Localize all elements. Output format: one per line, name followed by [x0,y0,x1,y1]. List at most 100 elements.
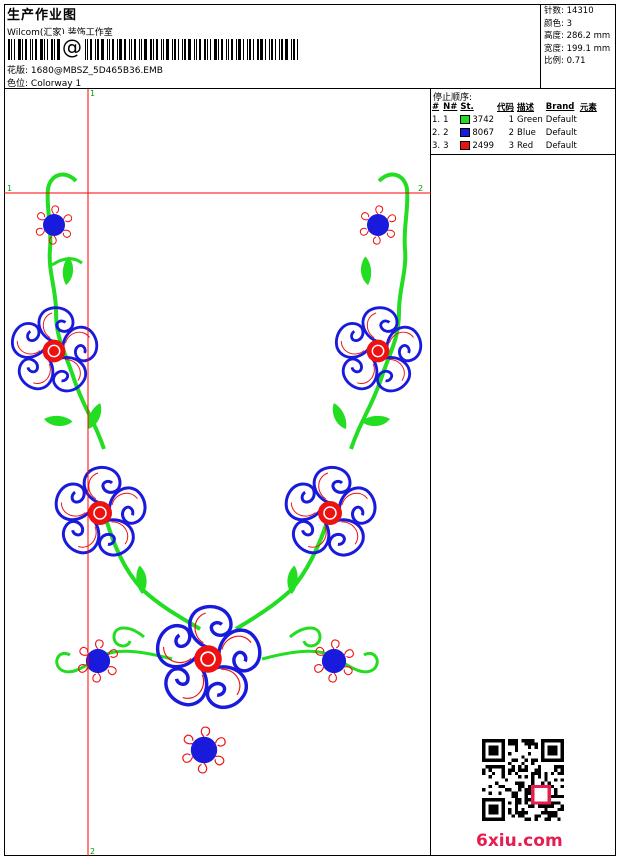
col-header: N# [443,101,458,112]
company-name: Wilcom(汇家) 装饰工作室 [7,28,113,38]
barcode-bar [275,39,276,60]
barcode-bar [238,39,241,60]
barcode-bar [253,39,254,60]
guide-label-h-left: 1 [7,184,12,193]
barcode-bar [247,39,248,60]
barcode-bar [204,39,206,60]
barcode-bar [25,39,27,60]
big-flower [280,465,382,564]
barcode-bar [32,39,33,60]
big-flower [330,306,427,399]
barcode-bar [22,39,23,60]
barcode-bar [57,39,60,60]
barcode-bar [265,39,266,60]
barcode-bar [30,39,31,60]
barcode-bar [199,39,201,60]
barcode-bar [40,39,43,60]
barcode-bar [172,39,173,60]
barcode-bar [95,39,96,60]
col-header: Brand [545,101,575,112]
barcode-bar [35,39,37,60]
barcode-bar [109,39,110,60]
header-info: 生产作业图 Wilcom(汇家) 装饰工作室 @ 花版: 1680@MBSZ_5… [4,4,540,89]
barcode-bar [207,39,208,60]
barcode-bar [44,39,45,60]
header: 生产作业图 Wilcom(汇家) 装饰工作室 @ 花版: 1680@MBSZ_5… [4,4,616,89]
barcode-bar [279,39,280,60]
stat-height: 高度: 286.2 mm [544,31,611,41]
table-row[interactable]: 1. 1 3742 1 Green Default [432,113,600,126]
vine-right [234,172,410,631]
barcode-bar [141,39,142,60]
barcode-bar [85,39,86,60]
barcode [8,39,301,60]
barcode-bar [174,39,176,60]
barcode-bar [156,39,158,60]
barcode-bar [97,39,99,60]
colorway-value: Colorway 1 [30,79,82,89]
table-row[interactable]: 3. 3 2499 3 Red Default [432,139,600,152]
barcode-bar [188,39,191,60]
barcode-bar [271,39,273,60]
guide-label-v-bottom: 2 [90,847,95,856]
barcode-bar [243,39,244,60]
barcode-bar [210,39,211,60]
barcode-bar [297,39,298,60]
barcode-bar [249,39,251,60]
barcode-bar [184,39,186,60]
barcode-bar [166,39,169,60]
barcode-bar [153,39,154,60]
barcode-bar [218,39,219,60]
guide-label-v-top: 1 [90,89,95,98]
barcode-bar [117,39,118,60]
stat-width: 宽度: 199.1 mm [544,43,611,54]
color-swatch [460,127,471,137]
barcode-bar [260,39,263,60]
barcode-bar [194,39,195,60]
design-canvas[interactable]: 1 2 1 2 [4,89,431,856]
design-file-line: 花版: 1680@MBSZ_5D465B36.EMB [7,63,163,76]
col-header: 元素 [579,102,597,113]
barcode-bar [51,39,53,60]
barcode-bar [269,39,270,60]
barcode-bar [221,39,223,60]
colorway-line: 色位: Colorway 1 [7,76,81,89]
barcode-bar [139,39,140,60]
col-header: 描述 [517,102,535,113]
barcode-bar [226,39,227,60]
table-row[interactable]: 2. 2 8067 2 Blue Default [432,126,600,139]
vine-left [45,172,202,631]
stop-sequence-table: # N# St. 代码 描述 Brand 元素 1. 1 3742 1 Gree… [432,100,600,152]
barcode-bar [281,39,283,60]
barcode-bar [291,39,292,60]
barcode-bar [182,39,183,60]
page-title: 生产作业图 [7,8,78,23]
small-flower [312,639,356,683]
colorway-label: 色位: [7,79,29,89]
barcode-bar [129,39,130,60]
barcode-bar [178,39,179,60]
color-swatch [460,140,471,150]
barcode-bar [87,39,88,60]
barcode-bar [119,39,122,60]
barcode-bar [134,39,136,60]
barcode-bar [231,39,233,60]
barcode-bar [18,39,21,60]
small-flower-bottom [180,726,228,774]
barcode-bar [214,39,217,60]
small-flower [34,205,74,245]
col-header: St. [460,101,474,112]
qr-code-icon[interactable] [482,739,564,821]
barcode-bar [161,39,162,60]
barcode-bar [150,39,152,60]
barcode-bar [101,39,104,60]
barcode-bar [8,39,10,60]
table-header-row: # N# St. 代码 描述 Brand 元素 [432,100,600,113]
watermark-logo: 6xiu.com [476,831,563,851]
col-header: # [432,101,440,112]
barcode-bar [11,39,12,60]
barcode-bar [228,39,229,60]
barcode-bar [131,39,132,60]
barcode-bar [112,39,114,60]
barcode-bar [90,39,92,60]
